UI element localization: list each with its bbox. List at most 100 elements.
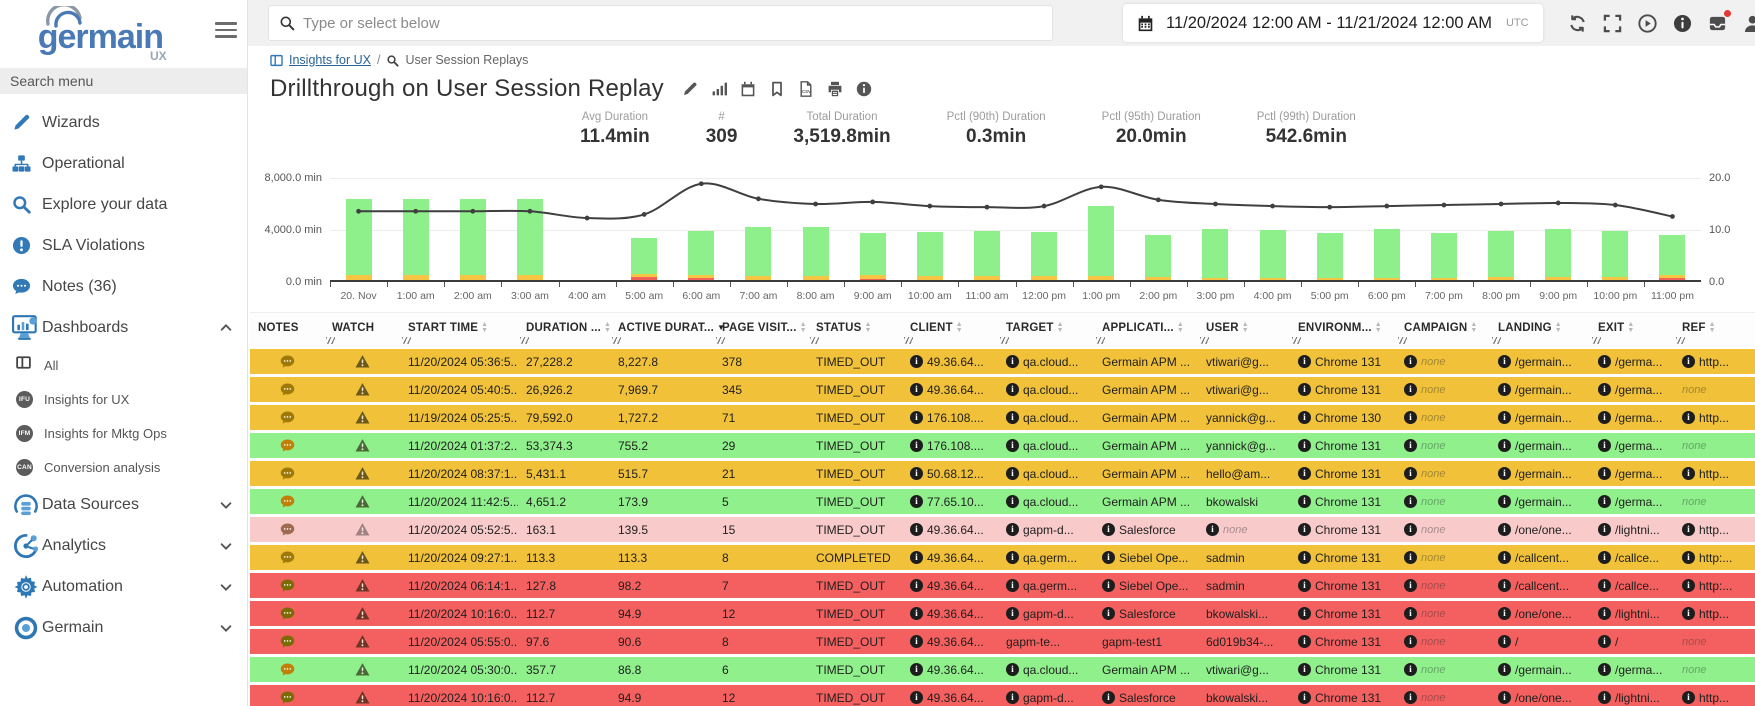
info-icon[interactable]: i [1404, 467, 1417, 480]
sidebar-subitem-insights-for-ux[interactable]: IFUInsights for UX [0, 382, 247, 416]
info-icon[interactable]: i [910, 607, 923, 620]
note-bubble-icon[interactable] [280, 382, 295, 397]
info-circle-icon[interactable] [856, 81, 873, 98]
chart-bar-2-00-pm[interactable] [1145, 235, 1171, 280]
info-icon[interactable]: i [910, 467, 923, 480]
warning-triangle-icon[interactable] [355, 494, 370, 509]
sidebar-item-notes-36[interactable]: Notes (36) [0, 266, 247, 307]
table-row[interactable]: 11/20/2024 05:55:0...97.690.68TIMED_OUTi… [250, 629, 1755, 654]
column-filter-handle[interactable] [716, 337, 725, 344]
note-bubble-icon[interactable] [280, 438, 295, 453]
info-icon[interactable]: i [910, 439, 923, 452]
info-icon[interactable]: i [1598, 495, 1611, 508]
refresh-icon[interactable] [1567, 12, 1589, 34]
column-filter-handle[interactable] [1676, 337, 1685, 344]
chart-bar-5-00-am[interactable] [631, 238, 657, 280]
info-icon[interactable]: i [1598, 691, 1611, 704]
info-icon[interactable]: i [910, 355, 923, 368]
sidebar-item-germain[interactable]: Germain [0, 607, 247, 648]
column-filter-handle[interactable] [1592, 337, 1601, 344]
chart-bar-9-00-am[interactable] [860, 233, 886, 280]
info-icon[interactable]: i [1498, 635, 1511, 648]
chart-bar-10-00-pm[interactable] [1602, 231, 1628, 280]
info-icon[interactable]: i [910, 551, 923, 564]
info-icon[interactable]: i [910, 635, 923, 648]
info-icon[interactable]: i [1298, 551, 1311, 564]
info-icon[interactable]: i [1298, 663, 1311, 676]
info-icon[interactable]: i [1598, 635, 1611, 648]
column-filter-handle[interactable] [1398, 337, 1407, 344]
chart-bar-4-00-pm[interactable] [1260, 230, 1286, 280]
info-icon[interactable]: i [1298, 439, 1311, 452]
note-bubble-icon[interactable] [280, 634, 295, 649]
column-header-user[interactable]: USER▲▼ [1198, 319, 1290, 346]
info-icon[interactable]: i [1598, 467, 1611, 480]
column-header-environm[interactable]: ENVIRONM...▲▼ [1290, 319, 1396, 346]
info-icon[interactable]: i [1404, 551, 1417, 564]
info-icon[interactable]: i [1102, 551, 1115, 564]
table-row[interactable]: 11/20/2024 05:40:5...26,926.27,969.7345T… [250, 377, 1755, 402]
column-filter-handle[interactable] [1096, 337, 1105, 344]
info-icon[interactable]: i [1498, 691, 1511, 704]
info-icon[interactable]: i [1102, 523, 1115, 536]
table-row[interactable]: 11/20/2024 11:42:5...4,651.2173.95TIMED_… [250, 489, 1755, 514]
info-icon[interactable]: i [910, 411, 923, 424]
info-icon[interactable]: i [1006, 691, 1019, 704]
user-icon[interactable] [1742, 12, 1755, 34]
info-icon[interactable]: i [1404, 355, 1417, 368]
column-header-target[interactable]: TARGET▲▼ [998, 319, 1094, 346]
info-icon[interactable]: i [910, 495, 923, 508]
info-icon[interactable]: i [1006, 607, 1019, 620]
info-icon[interactable]: i [1598, 551, 1611, 564]
chart-bar-9-00-pm[interactable] [1545, 229, 1571, 280]
info-icon[interactable]: i [1298, 355, 1311, 368]
chart-bar-12-00-pm[interactable] [1031, 232, 1057, 280]
info-icon[interactable]: i [1298, 579, 1311, 592]
warning-triangle-icon[interactable] [355, 578, 370, 593]
info-icon[interactable]: i [1498, 411, 1511, 424]
chart-bar-6-00-pm[interactable] [1374, 229, 1400, 280]
chart-bar-7-00-am[interactable] [745, 227, 771, 280]
info-icon[interactable]: i [1598, 523, 1611, 536]
warning-triangle-icon[interactable] [355, 382, 370, 397]
info-icon[interactable]: i [1598, 411, 1611, 424]
sidebar-subitem-all[interactable]: All [0, 348, 247, 382]
warning-triangle-icon[interactable] [355, 634, 370, 649]
table-row[interactable]: 11/20/2024 05:52:5...163.1139.515TIMED_O… [250, 517, 1755, 542]
sidebar-item-data-sources[interactable]: Data Sources [0, 484, 247, 525]
column-header-exit[interactable]: EXIT▲▼ [1590, 319, 1674, 346]
sidebar-item-automation[interactable]: Automation [0, 566, 247, 607]
chart-bar-1-00-am[interactable] [403, 199, 429, 280]
info-icon[interactable]: i [1498, 467, 1511, 480]
chart-bar-11-00-am[interactable] [974, 231, 1000, 280]
info-icon[interactable]: i [1682, 579, 1695, 592]
info-icon[interactable]: i [1498, 383, 1511, 396]
table-row[interactable]: 11/20/2024 10:16:0...112.794.912TIMED_OU… [250, 601, 1755, 626]
info-icon[interactable]: i [1006, 411, 1019, 424]
info-icon[interactable]: i [1598, 439, 1611, 452]
column-header-page-visit[interactable]: PAGE VISIT...▲▼ [714, 319, 808, 346]
chart-bar-5-00-pm[interactable] [1317, 233, 1343, 280]
file-csv-icon[interactable]: CSV [798, 81, 815, 98]
info-icon[interactable]: i [1498, 551, 1511, 564]
info-icon[interactable]: i [1404, 607, 1417, 620]
note-bubble-icon[interactable] [280, 690, 295, 705]
info-icon[interactable]: i [1206, 523, 1219, 536]
bookmark-icon[interactable] [769, 81, 786, 98]
chart-plot-area[interactable]: 8,000.0 min4,000.0 min0.0 min20.010.00.0… [330, 178, 1701, 282]
info-icon[interactable]: i [1102, 691, 1115, 704]
info-icon[interactable]: i [1598, 607, 1611, 620]
info-icon[interactable]: i [1682, 551, 1695, 564]
info-icon[interactable]: i [1006, 355, 1019, 368]
warning-triangle-icon[interactable] [355, 690, 370, 705]
fullscreen-icon[interactable] [1602, 12, 1624, 34]
calendar-grid-icon[interactable] [740, 81, 757, 98]
chart-bar-7-00-pm[interactable] [1431, 233, 1457, 280]
sidebar-search-input[interactable] [0, 68, 247, 94]
info-icon[interactable]: i [1404, 691, 1417, 704]
info-icon[interactable]: i [910, 383, 923, 396]
column-header-ref[interactable]: REF▲▼ [1674, 319, 1755, 346]
sidebar-item-operational[interactable]: Operational [0, 143, 247, 184]
info-icon[interactable]: i [1682, 467, 1695, 480]
info-icon[interactable]: i [1682, 607, 1695, 620]
